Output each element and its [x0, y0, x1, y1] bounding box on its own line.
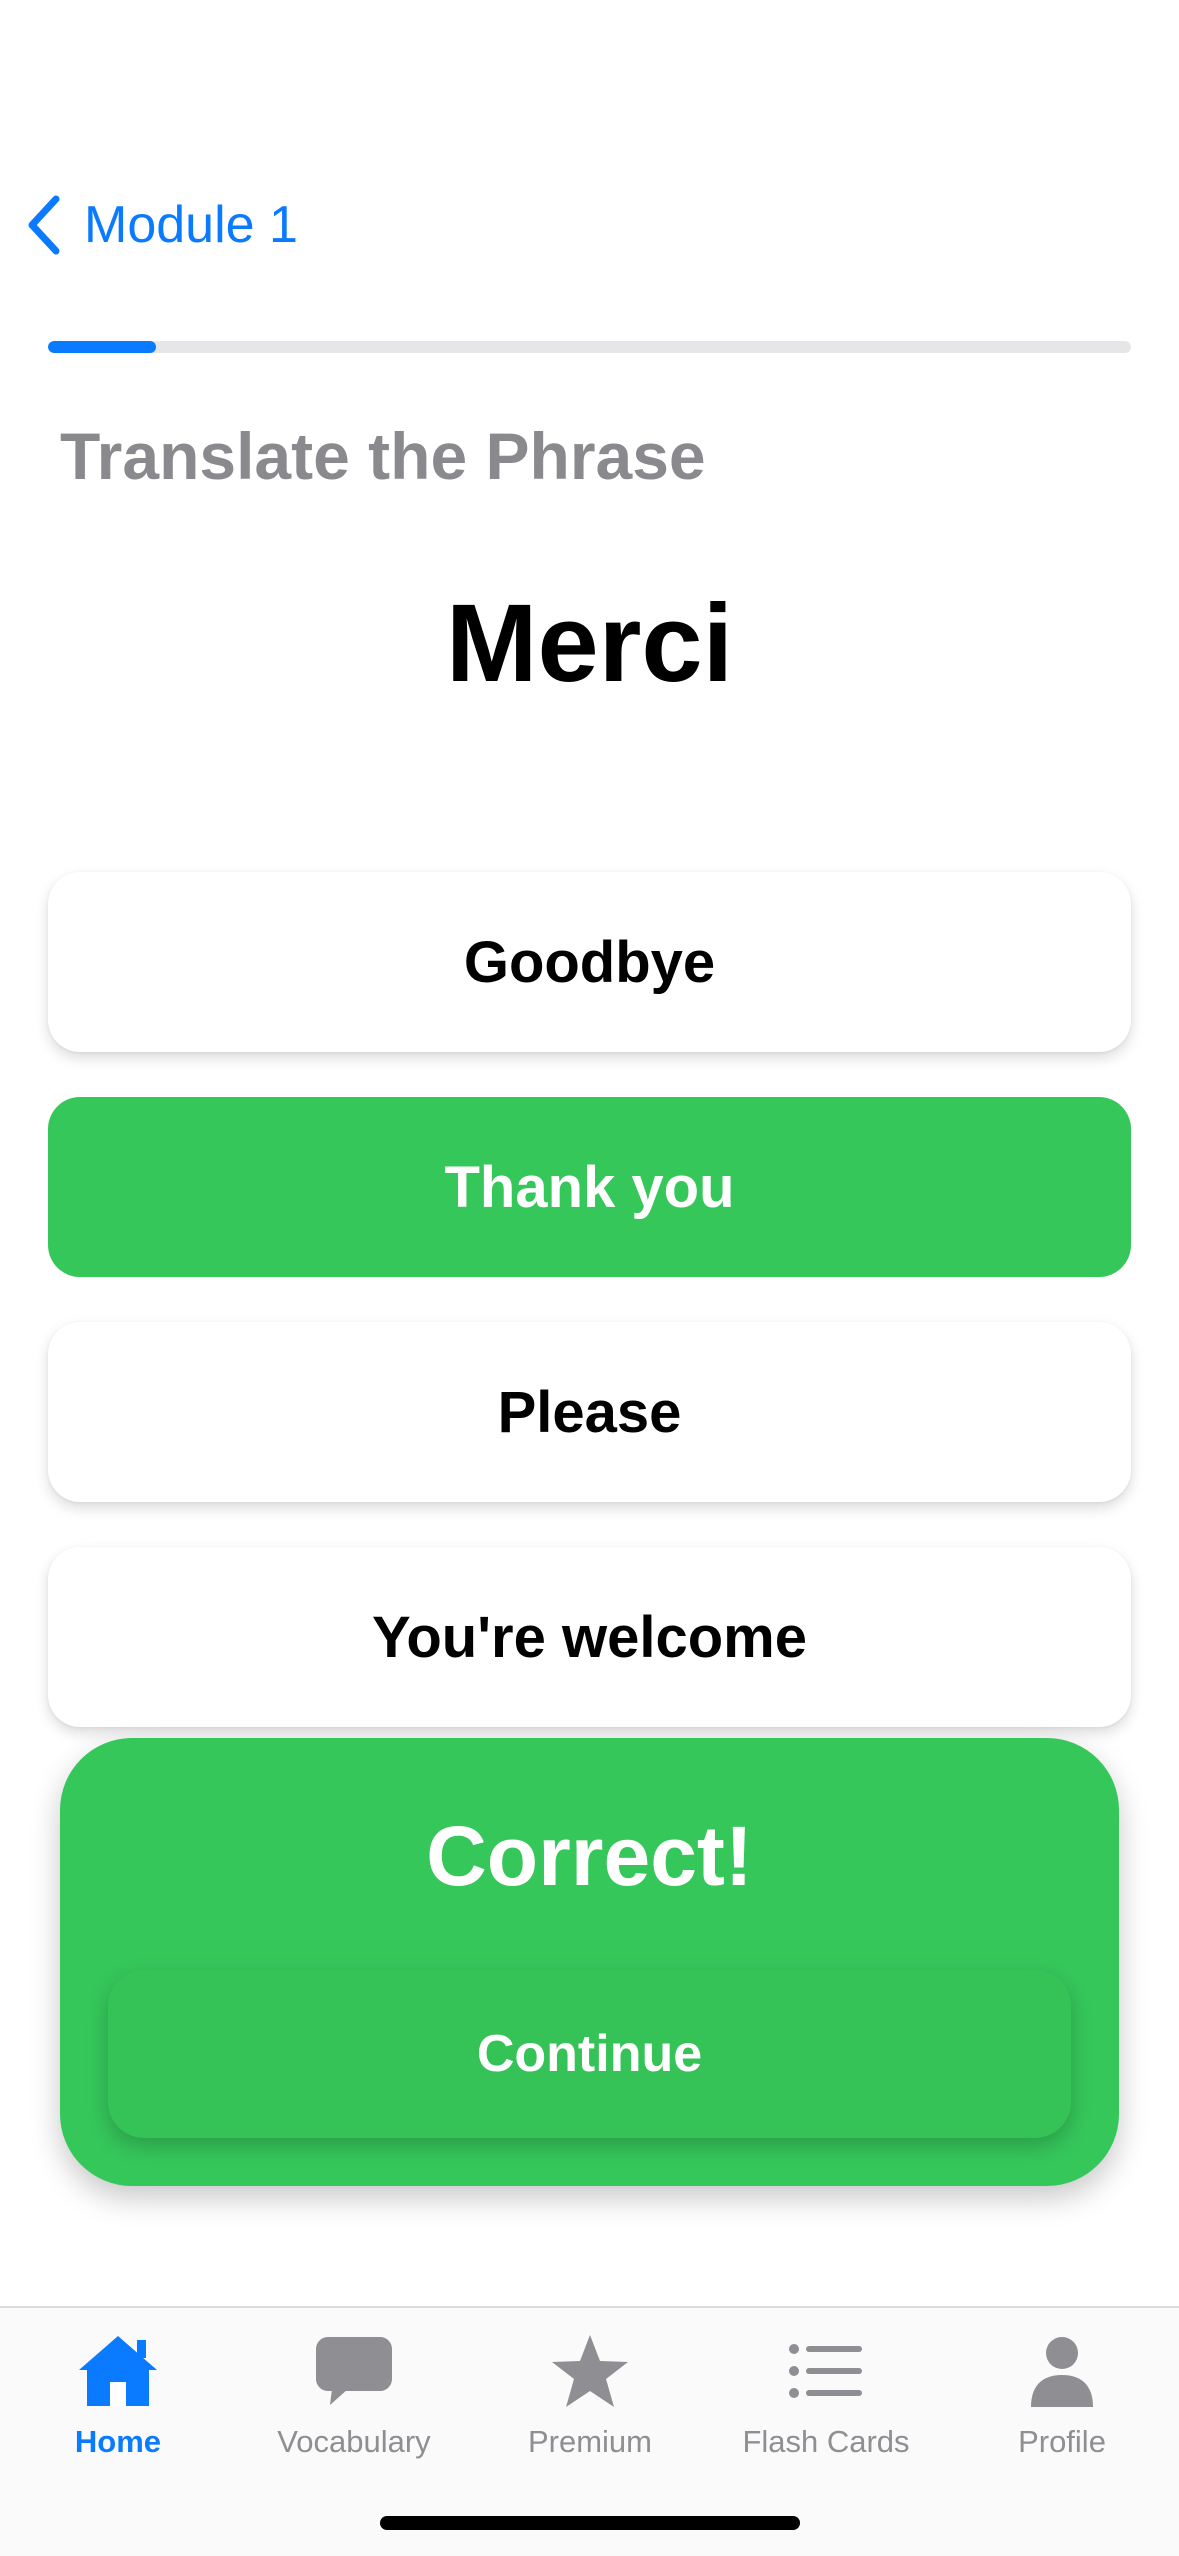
chat-bubble-icon	[309, 2326, 399, 2416]
continue-label: Continue	[476, 2025, 703, 2083]
answer-option[interactable]: Please	[48, 1322, 1131, 1502]
tab-vocabulary[interactable]: Vocabulary	[236, 2326, 472, 2476]
phrase-to-translate: Merci	[445, 582, 734, 705]
list-icon	[781, 2326, 871, 2416]
tab-premium[interactable]: Premium	[472, 2326, 708, 2476]
result-sheet: Correct! Continue	[60, 1738, 1119, 2186]
answer-option-label: Please	[497, 1379, 682, 1445]
tab-home[interactable]: Home	[0, 2326, 236, 2476]
progress-fill	[48, 341, 157, 353]
answer-option-label: Thank you	[444, 1154, 735, 1220]
result-title: Correct!	[426, 1809, 753, 1903]
tab-label: Home	[74, 2424, 162, 2459]
tab-label: Flash Cards	[742, 2424, 910, 2459]
tab-label: Vocabulary	[277, 2424, 431, 2459]
continue-button[interactable]: Continue	[108, 1970, 1071, 2138]
chevron-left-icon	[28, 195, 60, 255]
answer-option[interactable]: You're welcome	[48, 1547, 1131, 1727]
back-label: Module 1	[84, 196, 298, 254]
tab-profile[interactable]: Profile	[944, 2326, 1179, 2476]
answer-option-label: Goodbye	[463, 929, 716, 995]
answer-option-label: You're welcome	[372, 1604, 807, 1670]
progress-bar	[48, 341, 1131, 353]
person-icon	[1017, 2326, 1107, 2416]
screen: Module 1 Translate the Phrase Merci Good…	[0, 0, 1179, 2556]
back-button[interactable]: Module 1	[22, 190, 298, 260]
tab-flash-cards[interactable]: Flash Cards	[708, 2326, 944, 2476]
answer-option[interactable]: Thank you	[48, 1097, 1131, 1277]
answer-option[interactable]: Goodbye	[48, 872, 1131, 1052]
tab-label: Premium	[527, 2424, 652, 2459]
home-indicator	[380, 2516, 800, 2530]
prompt-title: Translate the Phrase	[60, 419, 706, 493]
tab-label: Profile	[1018, 2424, 1106, 2459]
house-icon	[73, 2326, 163, 2416]
star-icon	[545, 2326, 635, 2416]
